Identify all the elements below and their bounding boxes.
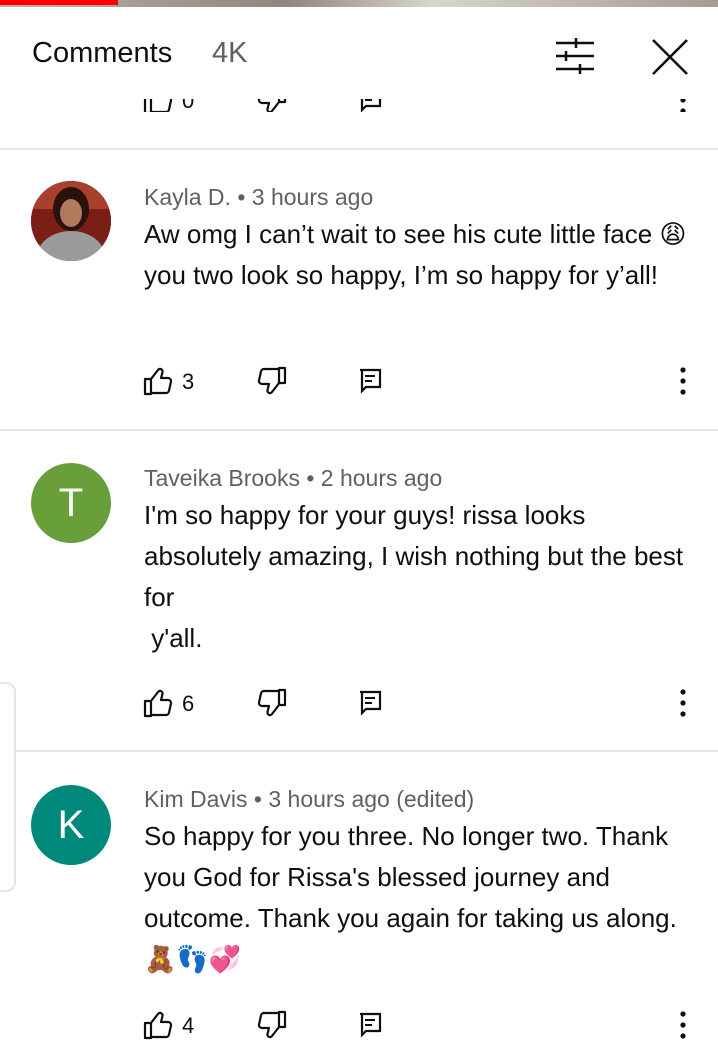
video-progress-bar (0, 0, 118, 5)
comment-actions: 4 (0, 1010, 718, 1044)
comments-header: Comments 4K (0, 7, 718, 99)
avatar-letter: K (57, 802, 85, 847)
reply-icon[interactable] (358, 368, 382, 394)
more-options-icon[interactable] (670, 688, 696, 718)
comment-text: Aw omg I can’t wait to see his cute litt… (144, 219, 694, 290)
reply-icon[interactable] (358, 690, 382, 716)
comment-meta: Kayla D. • 3 hours ago (144, 184, 374, 210)
sort-filter-icon[interactable] (554, 37, 596, 75)
comments-count: 4K (212, 37, 248, 69)
more-options-icon[interactable] (670, 366, 696, 396)
previous-comment-actions: 0 (0, 99, 718, 112)
comment-actions: 6 (0, 688, 718, 722)
avatar[interactable] (31, 181, 111, 261)
like-icon[interactable] (143, 366, 173, 396)
more-options-icon[interactable] (670, 99, 696, 112)
like-count: 4 (182, 1013, 195, 1038)
dislike-icon[interactable] (257, 99, 287, 112)
more-options-icon[interactable] (670, 1010, 696, 1040)
dislike-icon[interactable] (257, 688, 287, 718)
like-count: 6 (182, 691, 195, 716)
dislike-icon[interactable] (257, 366, 287, 396)
dislike-icon[interactable] (257, 1010, 287, 1040)
reply-icon[interactable] (358, 99, 382, 112)
like-count: 0 (182, 99, 195, 112)
comment-meta: Kim Davis • 3 hours ago (edited) (144, 786, 475, 812)
like-icon[interactable] (143, 688, 173, 718)
comment-text: I'm so happy for your guys! rissa looks … (144, 500, 684, 653)
avatar[interactable]: K (31, 785, 111, 865)
comment-text: So happy for you three. No longer two. T… (144, 821, 685, 974)
like-icon[interactable] (143, 99, 173, 112)
divider (0, 148, 718, 150)
divider (0, 750, 718, 752)
avatar-letter: T (58, 480, 84, 525)
like-icon[interactable] (143, 1010, 173, 1040)
avatar-photo (31, 181, 111, 261)
comments-title: Comments (32, 37, 173, 69)
close-icon[interactable] (650, 37, 690, 77)
divider (0, 429, 718, 431)
avatar[interactable]: T (31, 463, 111, 543)
video-thumbnail-strip (0, 0, 718, 7)
side-panel-tab[interactable] (0, 682, 16, 892)
reply-icon[interactable] (358, 1012, 382, 1038)
like-count: 3 (182, 369, 195, 394)
comment-actions: 3 (0, 366, 718, 400)
comment-meta: Taveika Brooks • 2 hours ago (144, 465, 443, 491)
